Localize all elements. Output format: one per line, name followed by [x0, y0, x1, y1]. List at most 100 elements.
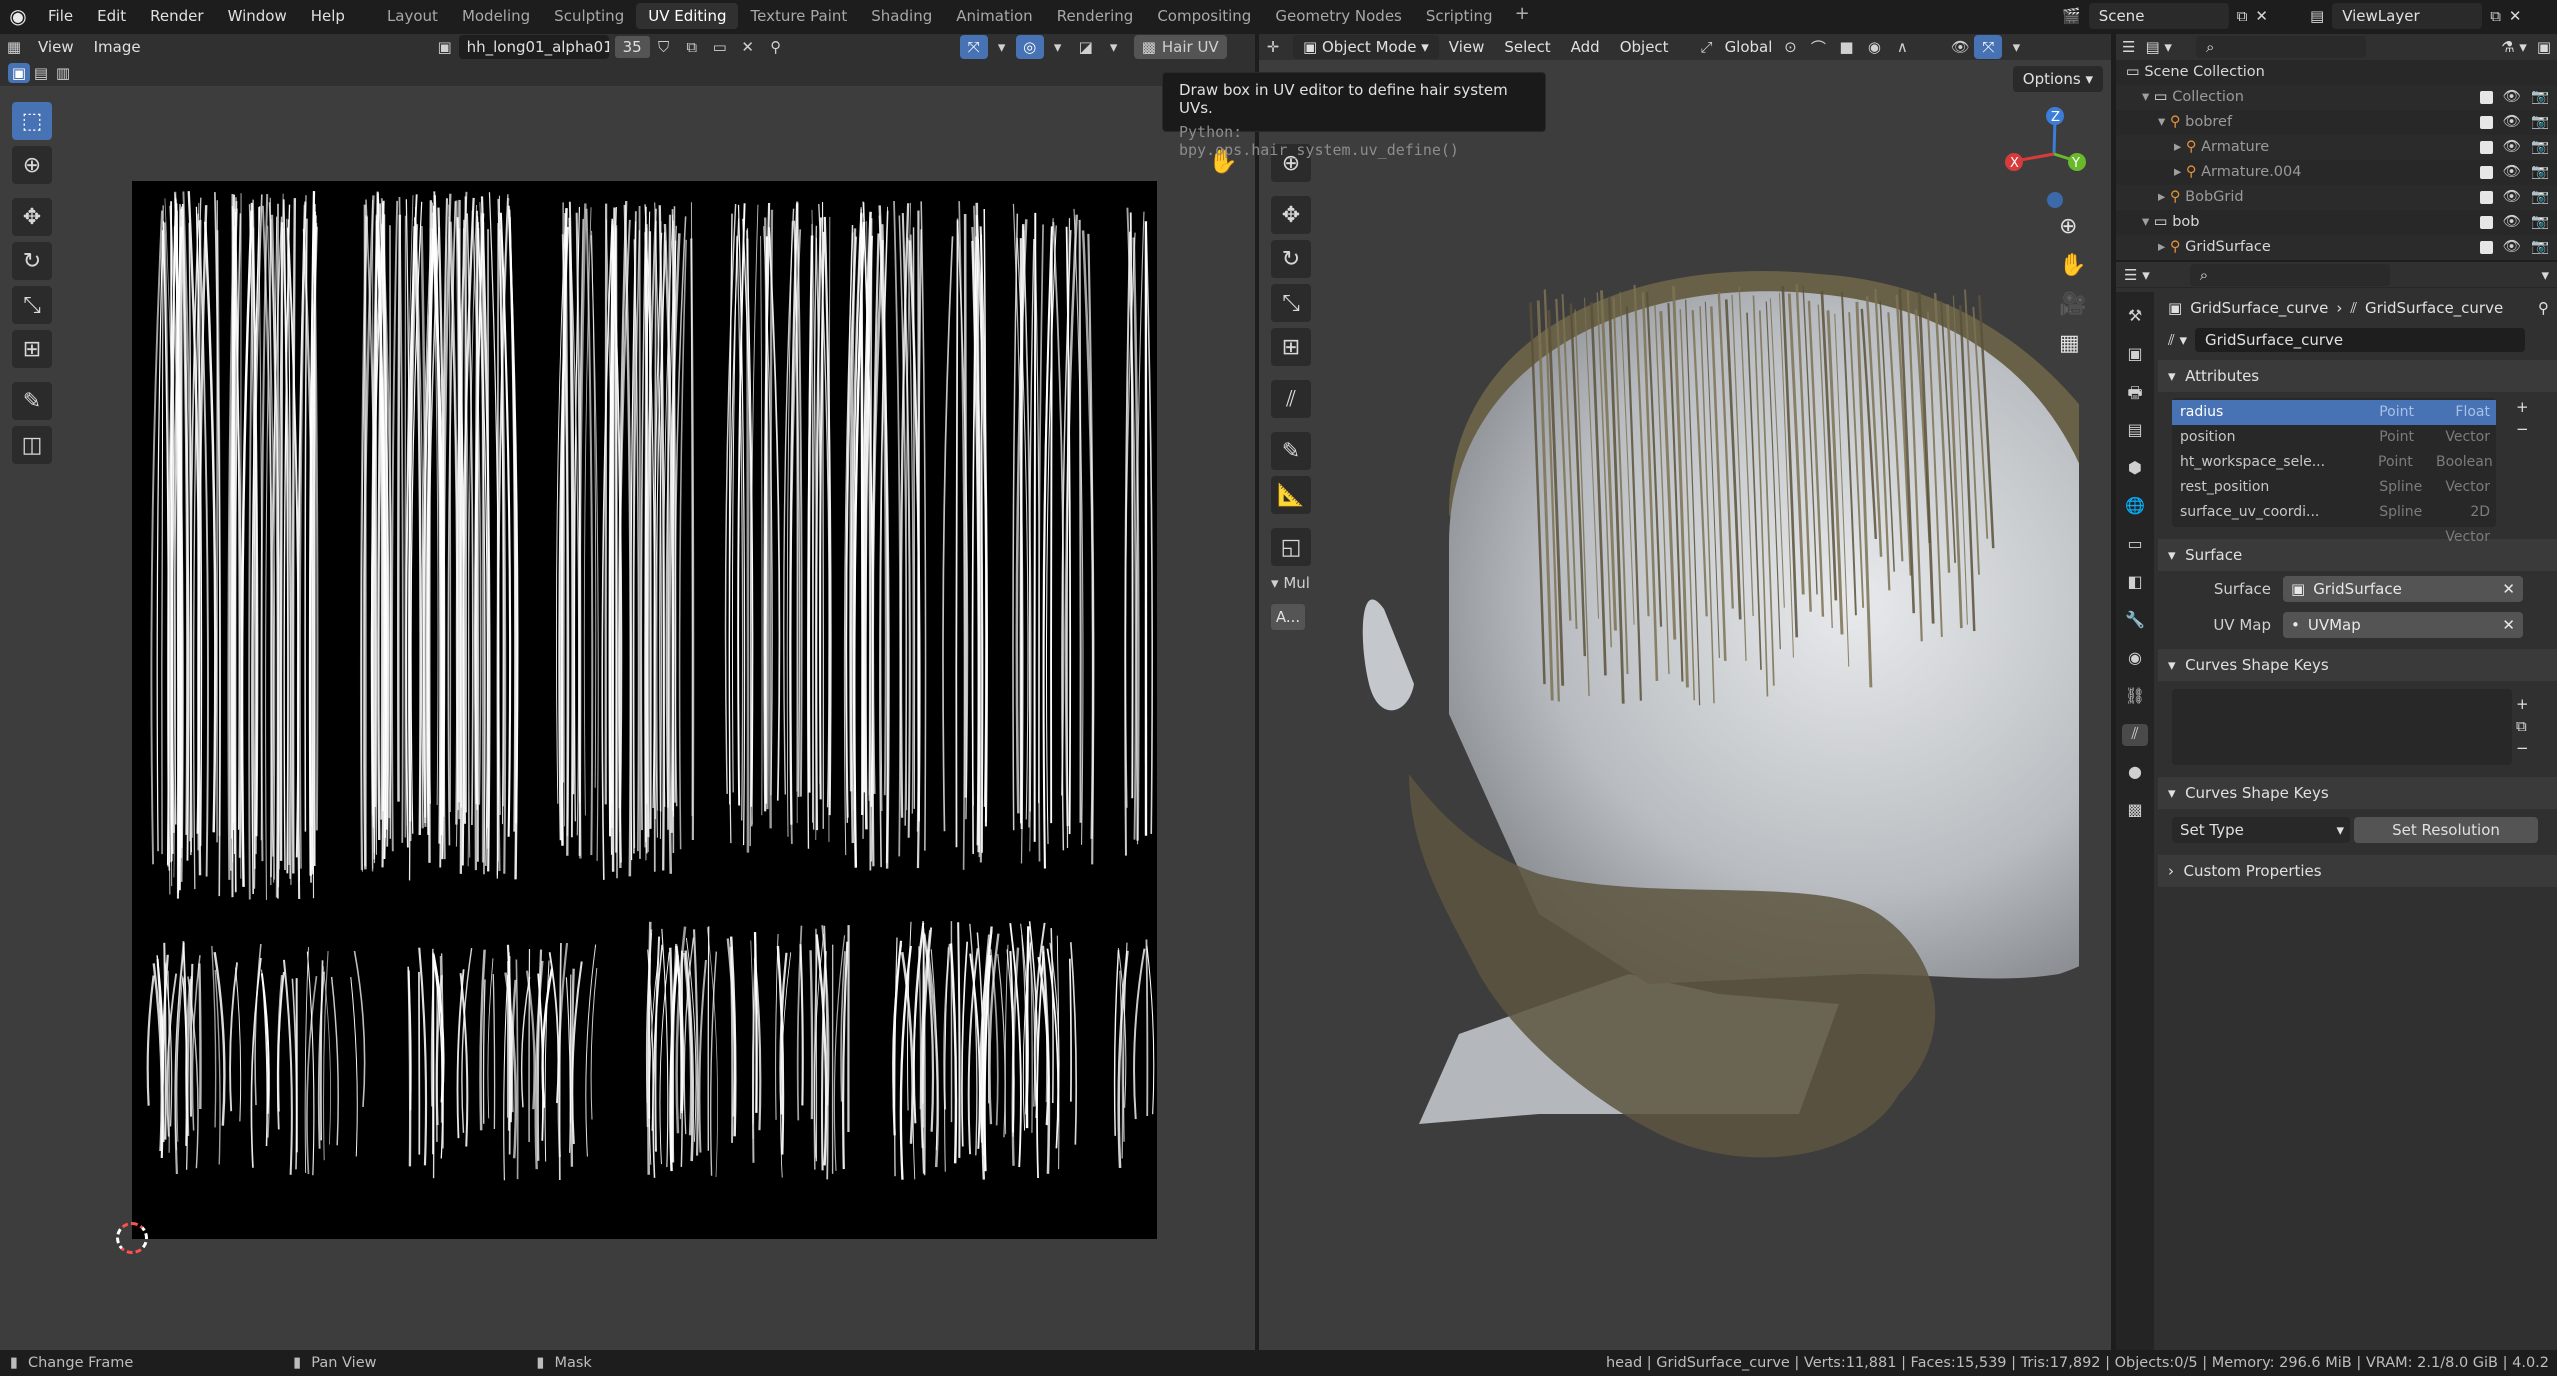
exclude-checkbox[interactable] [2479, 91, 2493, 104]
menu-object[interactable]: Object [1610, 38, 1679, 56]
open-image-folder-icon[interactable]: ▭ [706, 35, 734, 59]
fake-user-shield-icon[interactable]: ⛉ [650, 35, 678, 59]
visibility-icon[interactable]: 👁 [1946, 35, 1974, 59]
grab-tool-icon[interactable]: ◫ [12, 426, 52, 464]
outliner-row[interactable]: ▭ Scene Collection [2116, 60, 2557, 85]
options-dropdown[interactable]: Options ▾ [2012, 66, 2103, 92]
attribute-row[interactable]: rest_position Spline Vector [2172, 475, 2496, 500]
display-mode-icon[interactable]: ▤ ▾ [2145, 38, 2171, 56]
2d-cursor-icon[interactable] [116, 1222, 148, 1254]
exclude-checkbox[interactable] [2479, 166, 2493, 179]
blender-logo-icon[interactable]: ◉ [0, 4, 36, 28]
set-type-dropdown[interactable]: Set Type ▾ [2172, 817, 2350, 843]
dropdown-chevron-icon[interactable]: ▾ [2541, 266, 2549, 284]
pin-icon[interactable]: ⚲ [762, 35, 790, 59]
clear-icon[interactable]: ✕ [2502, 580, 2515, 598]
data-name-field[interactable]: GridSurface_curve [2195, 328, 2525, 352]
new-collection-icon[interactable]: ▣ [2537, 38, 2551, 56]
expand-arrow-icon[interactable]: ▸ [2158, 189, 2170, 205]
select-box-tool-icon[interactable]: ⬚ [12, 102, 52, 140]
expand-arrow-icon[interactable]: ▸ [2158, 239, 2170, 255]
transform-tool-icon[interactable]: ⊞ [12, 330, 52, 368]
add-attribute-button[interactable]: + [2516, 398, 2529, 416]
snap-target-icon[interactable]: ■ [1832, 35, 1860, 59]
render-tab-icon[interactable]: ▣ [2122, 344, 2148, 366]
uvmap-field[interactable]: • UVMap ✕ [2283, 612, 2523, 638]
rotate-tool-icon[interactable]: ↻ [12, 242, 52, 280]
tab-scripting[interactable]: Scripting [1414, 3, 1505, 29]
overlays-icon[interactable]: ◎ [1015, 35, 1044, 59]
outliner-row[interactable]: ▸ ⚲ BobGrid 👁 📷 [2116, 185, 2557, 210]
camera-icon[interactable]: 📷 [2531, 85, 2549, 110]
curves-data-tab-icon[interactable]: ⫽ [2122, 724, 2148, 746]
exclude-checkbox[interactable] [2479, 216, 2493, 229]
tab-geometry-nodes[interactable]: Geometry Nodes [1263, 3, 1414, 29]
outliner-row[interactable]: ▸ ⚲ Armature 👁 📷 [2116, 135, 2557, 160]
scene-tab-icon[interactable]: ⬢ [2122, 458, 2148, 480]
user-count-badge[interactable]: 35 [614, 36, 650, 58]
tool-tab-icon[interactable]: ⚒ [2122, 306, 2148, 328]
surface-panel-header[interactable]: ▾ Surface [2158, 539, 2557, 571]
clear-icon[interactable]: ✕ [2502, 616, 2515, 634]
physics-tab-icon[interactable]: ◉ [2122, 648, 2148, 670]
gizmo-toggle-icon[interactable]: ⤧ [1974, 35, 2003, 59]
tab-shading[interactable]: Shading [859, 3, 944, 29]
object-tab-icon[interactable]: ◧ [2122, 572, 2148, 594]
proportional-edit-icon[interactable]: ◉ [1860, 35, 1888, 59]
eye-icon[interactable]: 👁 [2503, 210, 2521, 235]
add-shape-key-button[interactable]: + [2516, 695, 2529, 713]
display-channels-icon[interactable]: ◪ [1072, 35, 1100, 59]
tab-uv-editing[interactable]: UV Editing [636, 3, 739, 29]
tab-rendering[interactable]: Rendering [1045, 3, 1146, 29]
orientation-selector[interactable]: Global [1721, 38, 1777, 56]
collapse-chevron-icon[interactable]: ▾ [1271, 574, 1283, 592]
outliner-row[interactable]: ▸ ⚲ Armature.004 👁 📷 [2116, 160, 2557, 185]
close-icon[interactable]: ✕ [2255, 7, 2268, 25]
camera-icon[interactable]: 📷 [2531, 210, 2549, 235]
orientation-icon[interactable]: ⤢ [1693, 35, 1721, 59]
eye-icon[interactable]: 👁 [2503, 85, 2521, 110]
expand-arrow-icon[interactable]: ▾ [2142, 89, 2154, 105]
material-tab-icon[interactable]: ● [2122, 762, 2148, 784]
mode-selector[interactable]: ▣ Object Mode ▾ [1293, 35, 1439, 59]
outliner-row[interactable]: ▾ ⚲ bobref 👁 📷 [2116, 110, 2557, 135]
cursor-tool-icon[interactable]: ⊕ [12, 146, 52, 184]
outliner-row[interactable]: ▸ ⚲ GridSurface 👁 📷 [2116, 235, 2557, 260]
move-tool-icon[interactable]: ✥ [12, 198, 52, 236]
annotate-tool-icon[interactable]: ✎ [12, 382, 52, 420]
menu-view[interactable]: View [1439, 38, 1495, 56]
hair-uv-button[interactable]: ▩ Hair UV [1133, 35, 1227, 59]
select-mode-subtract-icon[interactable]: ▥ [52, 63, 74, 83]
outliner-row[interactable]: ▾ ▭ bob 👁 📷 [2116, 210, 2557, 235]
view-layer-selector[interactable]: ▤ ViewLayer ⧉ ✕ [2310, 3, 2557, 29]
texture-tab-icon[interactable]: ▩ [2122, 800, 2148, 822]
eye-icon[interactable]: 👁 [2503, 135, 2521, 160]
image-browse-icon[interactable]: ▣ [431, 35, 459, 59]
dropdown-chevron-icon[interactable]: ▾ [2002, 35, 2030, 59]
select-mode-new-icon[interactable]: ▣ [8, 63, 30, 83]
select-mode-extend-icon[interactable]: ▤ [30, 63, 52, 83]
tab-layout[interactable]: Layout [375, 3, 450, 29]
tab-animation[interactable]: Animation [944, 3, 1044, 29]
menu-select[interactable]: Select [1494, 38, 1560, 56]
image-name-field[interactable]: hh_long01_alpha01_r [458, 35, 609, 59]
collection-tab-icon[interactable]: ▭ [2122, 534, 2148, 556]
camera-icon[interactable]: 📷 [2531, 135, 2549, 160]
close-icon[interactable]: ✕ [2509, 7, 2522, 25]
exclude-checkbox[interactable] [2479, 141, 2493, 154]
properties-search-input[interactable]: ⌕ [2189, 263, 2390, 286]
menu-help[interactable]: Help [299, 7, 357, 25]
pivot-icon[interactable]: ⊙ [1776, 35, 1804, 59]
filter-icon[interactable]: ⚗ ▾ [2501, 38, 2527, 56]
exclude-checkbox[interactable] [2479, 191, 2493, 204]
copy-view-layer-icon[interactable]: ⧉ [2490, 7, 2501, 25]
attribute-row[interactable]: ht_workspace_sele... Point Boolean [2172, 450, 2496, 475]
menu-image[interactable]: Image [84, 38, 151, 56]
output-tab-icon[interactable]: 🖶 [2122, 382, 2148, 404]
view-layer-tab-icon[interactable]: ▤ [2122, 420, 2148, 442]
pin-icon[interactable]: ⚲ [2538, 299, 2549, 317]
set-resolution-button[interactable]: Set Resolution [2354, 817, 2538, 843]
eye-icon[interactable]: 👁 [2503, 110, 2521, 135]
expand-arrow-icon[interactable]: ▾ [2158, 114, 2170, 130]
camera-icon[interactable]: 📷 [2531, 160, 2549, 185]
